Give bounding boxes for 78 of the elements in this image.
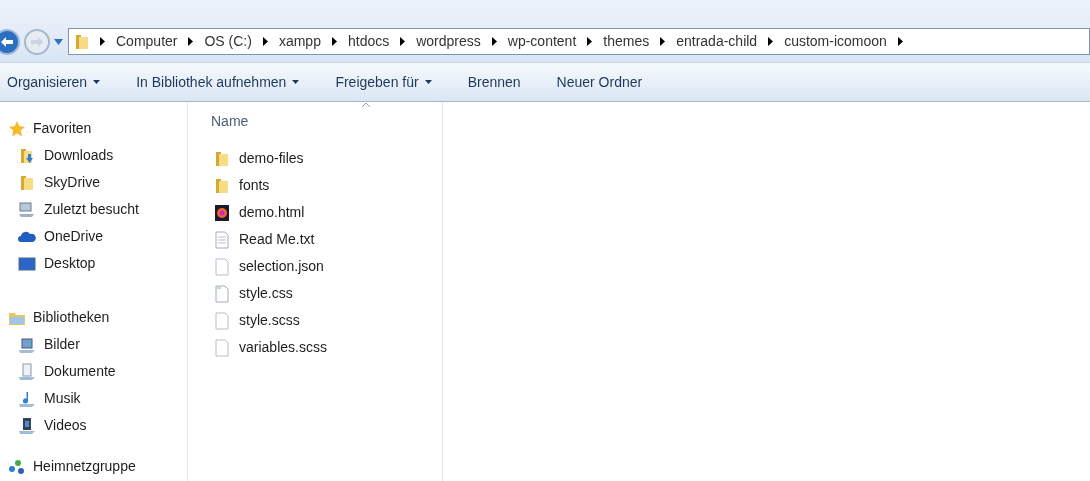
address-bar[interactable]: Computer OS (C:) xampp htdocs wordpress wp-content themes entrada-child custom-icomoon: [68, 28, 1090, 55]
chevron-icon[interactable]: [100, 37, 105, 46]
documents-icon: [18, 362, 36, 381]
file-item[interactable]: fonts: [213, 172, 442, 199]
file-icon: [213, 257, 231, 276]
nav-item[interactable]: Downloads: [8, 142, 187, 169]
toolbar-button[interactable]: Brennen: [460, 63, 528, 101]
caret-icon: [93, 80, 101, 84]
folder-icon: [75, 33, 89, 50]
css-file-icon: [213, 284, 231, 303]
nav-item[interactable]: OneDrive: [8, 223, 187, 250]
file-item[interactable]: demo.html: [213, 199, 442, 226]
breadcrumb-item[interactable]: themes: [603, 31, 650, 52]
toolbar-label: Organisieren: [7, 72, 88, 92]
file-item[interactable]: variables.scss: [213, 334, 442, 361]
toolbar-button[interactable]: Neuer Ordner: [549, 63, 650, 101]
breadcrumb-item[interactable]: wp-content: [507, 31, 577, 52]
nav-item[interactable]: SkyDrive: [8, 169, 187, 196]
breadcrumb-item[interactable]: htdocs: [347, 31, 390, 52]
caret-icon: [292, 80, 300, 84]
file-icon: [213, 338, 231, 357]
file-icon: [213, 311, 231, 330]
chevron-icon[interactable]: [897, 37, 903, 46]
chevron-icon[interactable]: [400, 37, 406, 46]
breadcrumb-item[interactable]: OS (C:): [204, 31, 252, 52]
caret-icon: [424, 80, 432, 84]
file-item[interactable]: demo-files: [213, 145, 442, 172]
nav-item[interactable]: Videos: [8, 412, 187, 439]
music-icon: [18, 389, 36, 408]
nav-item[interactable]: Musik: [8, 385, 187, 412]
toolbar-button[interactable]: Freigeben für: [328, 63, 439, 101]
forward-arrow-icon: [31, 37, 43, 47]
column-header[interactable]: Name: [188, 104, 442, 138]
network-icon: [8, 457, 26, 476]
nav-item[interactable]: Zuletzt besucht: [8, 196, 187, 223]
chevron-icon[interactable]: [188, 37, 194, 46]
toolbar-label: In Bibliothek aufnehmen: [136, 72, 287, 92]
nav-item[interactable]: Desktop: [8, 250, 187, 277]
breadcrumb-item[interactable]: wordpress: [416, 31, 481, 52]
toolbar-button[interactable]: In Bibliothek aufnehmen: [129, 63, 307, 101]
back-arrow-icon: [1, 37, 13, 47]
star-icon: [8, 119, 26, 138]
caret-icon: [54, 39, 63, 45]
chevron-icon[interactable]: [331, 37, 337, 46]
breadcrumb-item[interactable]: xampp: [278, 31, 321, 52]
chevron-icon[interactable]: [491, 37, 497, 46]
breadcrumb-item[interactable]: Computer: [116, 31, 178, 52]
pictures-icon: [18, 335, 36, 354]
chevron-icon[interactable]: [660, 37, 666, 46]
toolbar-button[interactable]: Organisieren: [0, 63, 108, 101]
file-item[interactable]: selection.json: [213, 253, 442, 280]
file-item[interactable]: style.scss: [213, 307, 442, 334]
history-dropdown[interactable]: [54, 37, 64, 47]
browser-file-icon: [213, 203, 231, 222]
file-item[interactable]: Read Me.txt: [213, 226, 442, 253]
toolbar-label: Neuer Ordner: [556, 72, 643, 92]
download-folder-icon: [18, 146, 36, 165]
chevron-icon[interactable]: [768, 37, 774, 46]
videos-icon: [18, 416, 36, 435]
chevron-icon[interactable]: [587, 37, 593, 46]
breadcrumb-item[interactable]: custom-icomoon: [784, 31, 887, 52]
file-item[interactable]: style.css: [213, 280, 442, 307]
nav-group-item[interactable]: Heimnetzgruppe: [8, 453, 187, 480]
computer-icon: [18, 200, 36, 219]
toolbar-label: Brennen: [467, 72, 521, 92]
folder-icon: [213, 149, 231, 168]
text-file-icon: [213, 230, 231, 249]
nav-item[interactable]: Bilder: [8, 331, 187, 358]
toolbar-label: Freigeben für: [335, 72, 419, 92]
nav-group-item[interactable]: Bibliotheken: [8, 304, 187, 331]
nav-item[interactable]: Dokumente: [8, 358, 187, 385]
nav-group-item[interactable]: Favoriten: [8, 115, 187, 142]
folder-icon: [213, 176, 231, 195]
folder-icon: [18, 173, 36, 192]
breadcrumb-item[interactable]: entrada-child: [676, 31, 758, 52]
chevron-icon[interactable]: [262, 37, 268, 46]
back-button[interactable]: [0, 29, 20, 55]
desktop-icon: [18, 254, 36, 273]
